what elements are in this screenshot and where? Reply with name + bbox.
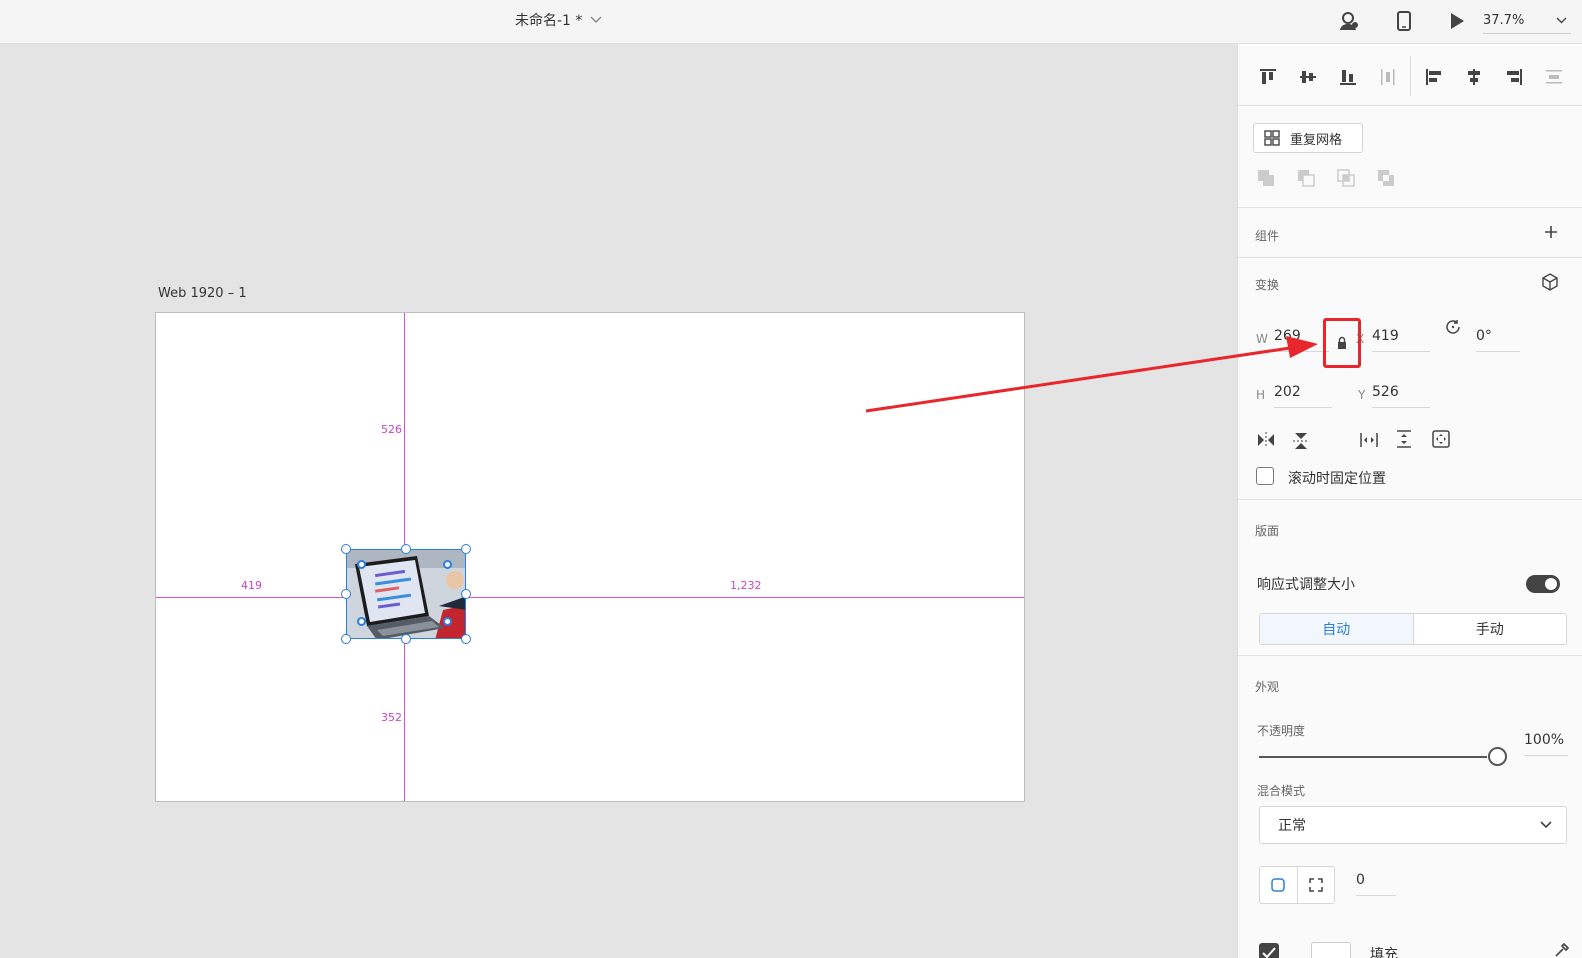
grid-icon bbox=[1264, 130, 1280, 146]
corner-radius-mode bbox=[1259, 866, 1335, 904]
document-title[interactable]: 未命名-1 * bbox=[515, 10, 602, 30]
corner-radius-handle[interactable] bbox=[357, 560, 366, 569]
flip-horizontal-icon[interactable] bbox=[1257, 432, 1275, 452]
play-icon[interactable] bbox=[1444, 8, 1470, 34]
horizontal-guide bbox=[156, 597, 1024, 598]
fit-width-icon[interactable] bbox=[1360, 432, 1378, 452]
3d-transform-icon[interactable] bbox=[1540, 272, 1560, 296]
y-input[interactable]: 526 bbox=[1372, 382, 1430, 408]
measure-bottom: 352 bbox=[381, 711, 402, 724]
check-icon bbox=[1262, 947, 1276, 958]
width-label: W bbox=[1256, 332, 1268, 346]
boolean-exclude-icon[interactable] bbox=[1376, 168, 1396, 188]
opacity-slider-track[interactable] bbox=[1259, 756, 1487, 758]
divider bbox=[1410, 56, 1411, 96]
document-title-text: 未命名-1 * bbox=[515, 13, 583, 29]
top-bar: 未命名-1 * 37.7% bbox=[0, 0, 1582, 44]
resize-mode-segmented: 自动 手动 bbox=[1259, 613, 1567, 645]
height-label: H bbox=[1256, 388, 1266, 402]
distribute-vertical-icon[interactable] bbox=[1534, 62, 1574, 92]
artboard-label[interactable]: Web 1920 – 1 bbox=[158, 286, 247, 301]
boolean-intersect-icon[interactable] bbox=[1336, 168, 1356, 188]
corner-radius-input[interactable]: 0 bbox=[1356, 870, 1396, 896]
width-input[interactable]: 269 bbox=[1274, 326, 1329, 352]
resize-handle-n[interactable] bbox=[401, 544, 411, 554]
fix-position-label: 滚动时固定位置 bbox=[1288, 471, 1386, 487]
fix-position-checkbox[interactable] bbox=[1256, 467, 1274, 485]
repeat-grid-button[interactable]: 重复网格 bbox=[1253, 123, 1363, 153]
height-input[interactable]: 202 bbox=[1274, 382, 1332, 408]
resize-mode-manual[interactable]: 手动 bbox=[1414, 614, 1567, 644]
measure-right: 1,232 bbox=[730, 579, 762, 592]
align-left-icon[interactable] bbox=[1414, 62, 1454, 92]
lock-icon bbox=[1338, 336, 1346, 349]
fill-label: 填充 bbox=[1370, 947, 1398, 958]
measure-top: 526 bbox=[381, 423, 402, 436]
boolean-subtract-icon[interactable] bbox=[1296, 168, 1316, 188]
appearance-title: 外观 bbox=[1255, 680, 1280, 694]
uniform-corner-icon[interactable] bbox=[1260, 867, 1298, 903]
x-input[interactable]: 419 bbox=[1372, 326, 1430, 352]
resize-handle-e[interactable] bbox=[461, 589, 471, 599]
center-fit-icon[interactable] bbox=[1432, 430, 1450, 452]
responsive-resize-label: 响应式调整大小 bbox=[1257, 577, 1355, 593]
y-label: Y bbox=[1358, 388, 1366, 402]
resize-handle-ne[interactable] bbox=[461, 544, 471, 554]
blend-mode-label: 混合模式 bbox=[1257, 784, 1306, 798]
fill-color-swatch[interactable] bbox=[1311, 942, 1351, 958]
distribute-horizontal-icon[interactable] bbox=[1368, 62, 1408, 92]
align-top-icon[interactable] bbox=[1248, 62, 1288, 92]
boolean-add-icon[interactable] bbox=[1256, 168, 1276, 188]
align-middle-icon[interactable] bbox=[1288, 62, 1328, 92]
add-component-icon[interactable] bbox=[1543, 224, 1559, 244]
resize-handle-s[interactable] bbox=[401, 634, 411, 644]
align-right-icon[interactable] bbox=[1494, 62, 1534, 92]
align-bottom-icon[interactable] bbox=[1328, 62, 1368, 92]
align-section bbox=[1238, 44, 1582, 106]
chevron-down-icon[interactable] bbox=[590, 13, 602, 27]
blend-mode-value: 正常 bbox=[1278, 818, 1306, 834]
corner-radius-handle[interactable] bbox=[443, 560, 452, 569]
rotation-input[interactable]: 0° bbox=[1476, 326, 1520, 352]
per-corner-icon[interactable] bbox=[1298, 867, 1335, 903]
share-user-icon[interactable] bbox=[1336, 8, 1362, 34]
repeat-grid-label: 重复网格 bbox=[1290, 132, 1343, 148]
corner-radius-handle[interactable] bbox=[443, 617, 452, 626]
resize-handle-w[interactable] bbox=[341, 589, 351, 599]
blend-mode-select[interactable]: 正常 bbox=[1259, 806, 1567, 844]
transform-section: 变换 bbox=[1238, 258, 1582, 500]
align-center-icon[interactable] bbox=[1454, 62, 1494, 92]
opacity-label: 不透明度 bbox=[1257, 724, 1306, 738]
zoom-value: 37.7% bbox=[1483, 13, 1525, 28]
eyedropper-icon[interactable] bbox=[1554, 942, 1570, 958]
corner-radius-handle[interactable] bbox=[357, 617, 366, 626]
opacity-input[interactable]: 100% bbox=[1524, 730, 1568, 756]
chevron-down-icon bbox=[1540, 817, 1552, 833]
layout-title: 版面 bbox=[1255, 524, 1280, 538]
resize-mode-auto[interactable]: 自动 bbox=[1260, 614, 1414, 644]
fit-height-icon[interactable] bbox=[1396, 430, 1412, 452]
responsive-resize-toggle[interactable] bbox=[1526, 575, 1560, 593]
components-title: 组件 bbox=[1255, 229, 1280, 243]
transform-title: 变换 bbox=[1255, 278, 1280, 292]
resize-handle-sw[interactable] bbox=[341, 634, 351, 644]
device-preview-icon[interactable] bbox=[1391, 8, 1417, 34]
fill-checkbox[interactable] bbox=[1259, 943, 1279, 958]
aspect-lock-highlight[interactable] bbox=[1323, 318, 1361, 368]
chevron-down-icon bbox=[1556, 13, 1567, 28]
zoom-select[interactable]: 37.7% bbox=[1483, 8, 1571, 34]
measure-left: 419 bbox=[241, 579, 262, 592]
components-section: 组件 bbox=[1238, 208, 1582, 258]
resize-handle-nw[interactable] bbox=[341, 544, 351, 554]
artboard[interactable]: 526 419 1,232 352 bbox=[155, 312, 1025, 802]
resize-handle-se[interactable] bbox=[461, 634, 471, 644]
flip-vertical-icon[interactable] bbox=[1293, 432, 1309, 454]
rotate-icon bbox=[1444, 318, 1462, 340]
repeat-grid-section: 重复网格 bbox=[1238, 106, 1582, 208]
opacity-slider-thumb[interactable] bbox=[1488, 747, 1507, 766]
